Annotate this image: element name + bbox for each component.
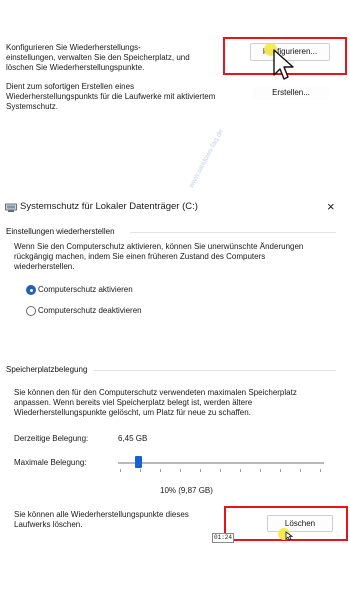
restore-settings-heading: Einstellungen wiederherstellen: [6, 227, 115, 236]
radio-protection-on-label[interactable]: Computerschutz aktivieren: [38, 285, 133, 295]
disk-usage-description: Sie können den für den Computerschutz ve…: [14, 388, 297, 417]
create-button[interactable]: Erstellen...: [252, 85, 330, 101]
disk-usage-rule: [93, 370, 336, 371]
mouse-pointer-icon: [273, 49, 294, 80]
slider-tick: [160, 469, 161, 472]
video-timestamp: 01:24: [212, 533, 235, 543]
mouse-pointer-icon: [285, 531, 293, 541]
max-usage-label: Maximale Belegung:: [14, 458, 87, 467]
disk-usage-heading: Speicherplatzbelegung: [6, 365, 88, 374]
max-usage-value: 10% (9,87 GB): [160, 486, 213, 495]
delete-description: Sie können alle Wiederherstellungspunkte…: [14, 510, 189, 529]
system-protection-icon: [5, 203, 17, 212]
configure-description: Konfigurieren Sie Wiederherstellungs- ei…: [6, 43, 190, 72]
slider-tick: [220, 469, 221, 472]
close-icon[interactable]: ×: [327, 199, 335, 215]
radio-protection-on[interactable]: [26, 285, 36, 295]
slider-tick: [200, 469, 201, 472]
restore-settings-description: Wenn Sie den Computerschutz aktivieren, …: [14, 242, 304, 271]
max-usage-slider-track[interactable]: [118, 462, 324, 464]
radio-protection-off-label[interactable]: Computerschutz deaktivieren: [38, 306, 142, 316]
slider-tick: [140, 469, 141, 472]
restore-settings-rule: [130, 232, 336, 233]
create-description: Dient zum sofortigen Erstellen eines Wie…: [6, 82, 216, 111]
slider-tick: [280, 469, 281, 472]
slider-tick: [120, 469, 121, 472]
slider-tick: [300, 469, 301, 472]
slider-tick: [240, 469, 241, 472]
radio-protection-off[interactable]: [26, 306, 36, 316]
current-usage-value: 6,45 GB: [118, 434, 148, 443]
slider-tick: [180, 469, 181, 472]
watermark: www.windows-faq.de: [188, 128, 225, 190]
dialog-title: Systemschutz für Lokaler Datenträger (C:…: [20, 201, 198, 212]
slider-tick: [320, 469, 321, 472]
slider-tick: [260, 469, 261, 472]
max-usage-slider-thumb[interactable]: [135, 456, 143, 468]
current-usage-label: Derzeitige Belegung:: [14, 434, 89, 443]
